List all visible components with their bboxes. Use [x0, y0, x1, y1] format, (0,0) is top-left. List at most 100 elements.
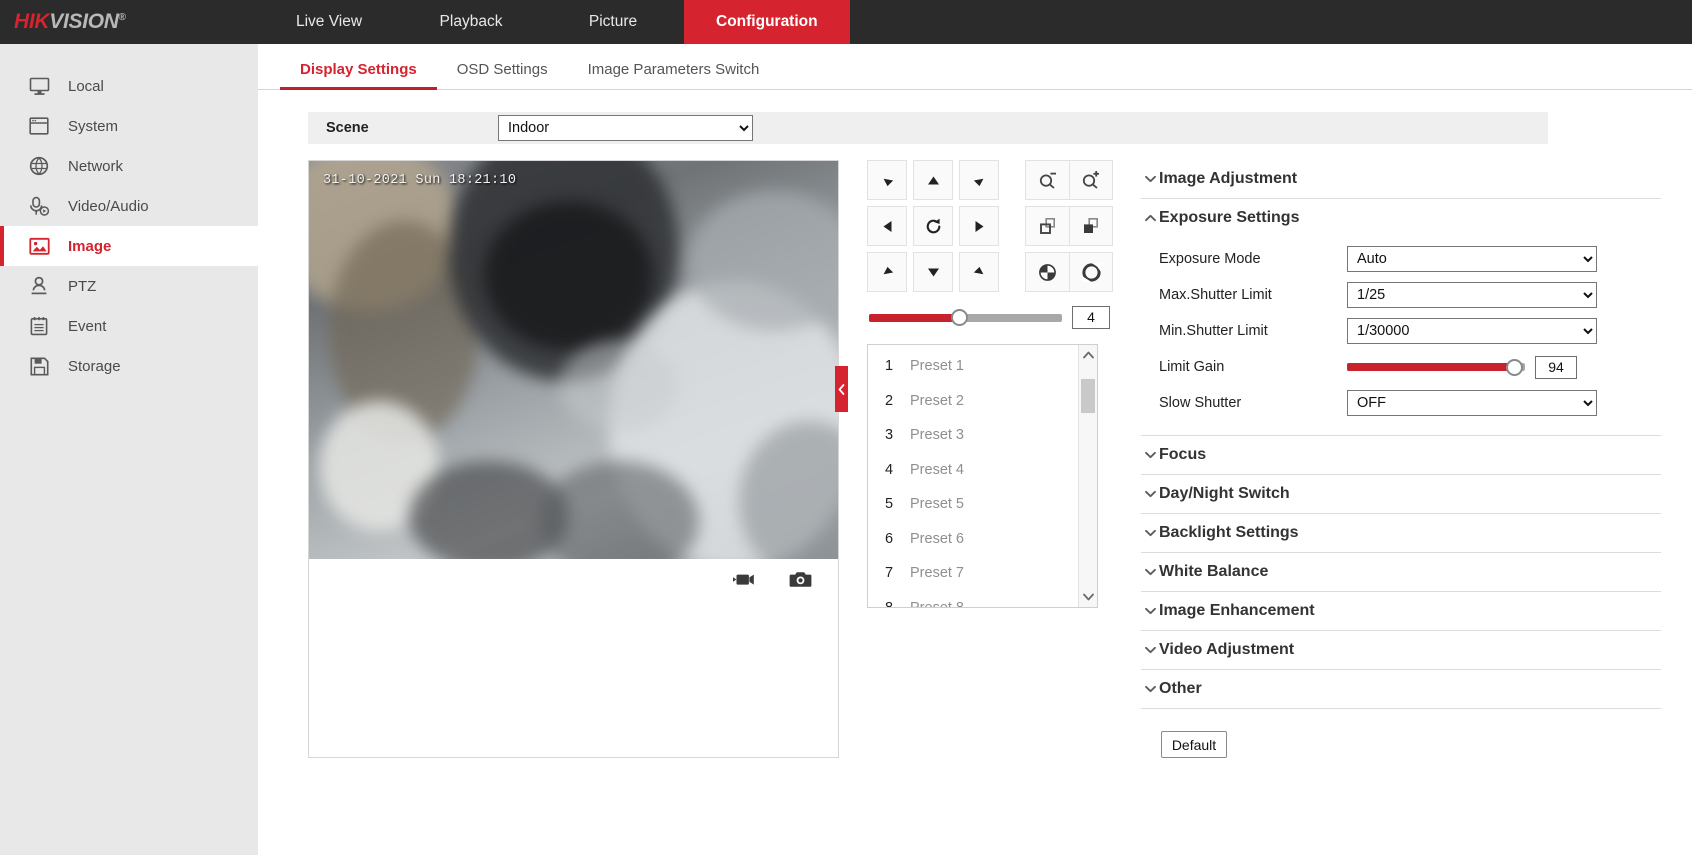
sidebar-label-local: Local — [68, 77, 104, 95]
scrollbar-thumb[interactable] — [1081, 379, 1095, 413]
preset-number: 5 — [884, 496, 894, 513]
exposure-mode-select[interactable]: Auto — [1347, 246, 1597, 272]
list-item[interactable]: 6 Preset 6 — [868, 522, 1078, 557]
focus-far-icon[interactable] — [1069, 206, 1113, 246]
list-item[interactable]: 3 Preset 3 — [868, 418, 1078, 453]
arrow-left-icon[interactable] — [867, 206, 907, 246]
section-other: Other — [1141, 670, 1661, 709]
floppy-disk-icon — [26, 355, 52, 377]
min-shutter-limit-select[interactable]: 1/30000 — [1347, 318, 1597, 344]
chevron-up-icon — [1143, 214, 1157, 222]
focus-near-icon[interactable] — [1025, 206, 1069, 246]
sidebar-item-storage[interactable]: Storage — [0, 346, 258, 386]
arrow-up-right-icon[interactable] — [959, 160, 999, 200]
max-shutter-limit-select[interactable]: 1/25 — [1347, 282, 1597, 308]
sidebar-nav: Local System Network Video/Audio Image P… — [0, 44, 258, 855]
section-header-video-adjustment[interactable]: Video Adjustment — [1141, 631, 1661, 669]
chevron-down-icon — [1143, 685, 1157, 693]
tab-display-settings[interactable]: Display Settings — [280, 61, 437, 90]
preset-number: 3 — [884, 427, 894, 444]
tab-osd-settings[interactable]: OSD Settings — [437, 61, 568, 89]
video-camera-icon[interactable] — [732, 571, 755, 588]
chevron-left-icon[interactable] — [835, 366, 848, 412]
arrow-right-icon[interactable] — [959, 206, 999, 246]
iris-open-icon[interactable] — [1069, 252, 1113, 292]
zoom-out-icon[interactable] — [1025, 160, 1069, 200]
section-header-white-balance[interactable]: White Balance — [1141, 553, 1661, 591]
preset-number: 1 — [884, 358, 894, 375]
sidebar-label-image: Image — [68, 237, 112, 255]
nav-tab-configuration[interactable]: Configuration — [684, 0, 850, 44]
limit-gain-slider[interactable] — [1347, 358, 1525, 376]
arrow-down-left-icon[interactable] — [867, 252, 907, 292]
tab-image-parameters-switch[interactable]: Image Parameters Switch — [568, 61, 780, 89]
section-title: Image Enhancement — [1159, 602, 1315, 619]
limit-gain-value[interactable]: 94 — [1535, 355, 1577, 379]
image-settings-panel: Image Adjustment Exposure Settings Expos… — [1141, 160, 1661, 758]
preset-scrollbar[interactable] — [1078, 345, 1097, 607]
default-button[interactable]: Default — [1161, 731, 1227, 758]
chevron-down-icon — [1143, 490, 1157, 498]
section-title: Other — [1159, 680, 1202, 697]
sidebar-item-system[interactable]: System — [0, 106, 258, 146]
list-item[interactable]: 2 Preset 2 — [868, 384, 1078, 419]
sidebar-label-video-audio: Video/Audio — [68, 197, 149, 215]
section-header-focus[interactable]: Focus — [1141, 436, 1661, 474]
main-nav-tabs: Live View Playback Picture Configuration — [258, 0, 850, 44]
camera-icon[interactable] — [789, 570, 812, 588]
section-header-exposure-settings[interactable]: Exposure Settings — [1141, 199, 1661, 237]
list-item[interactable]: 5 Preset 5 — [868, 487, 1078, 522]
sidebar-item-event[interactable]: Event — [0, 306, 258, 346]
arrow-down-right-icon[interactable] — [959, 252, 999, 292]
scrollbar-track[interactable] — [1079, 365, 1097, 587]
section-header-day-night-switch[interactable]: Day/Night Switch — [1141, 475, 1661, 513]
zoom-in-icon[interactable] — [1069, 160, 1113, 200]
iris-close-icon[interactable] — [1025, 252, 1069, 292]
label-slow-shutter: Slow Shutter — [1159, 395, 1242, 411]
sidebar-item-ptz[interactable]: PTZ — [0, 266, 258, 306]
section-header-backlight-settings[interactable]: Backlight Settings — [1141, 514, 1661, 552]
field-min-shutter-limit: Min.Shutter Limit 1/30000 — [1141, 313, 1661, 349]
refresh-icon[interactable] — [913, 206, 953, 246]
slow-shutter-select[interactable]: OFF — [1347, 390, 1597, 416]
sidebar-item-local[interactable]: Local — [0, 66, 258, 106]
arrow-up-left-icon[interactable] — [867, 160, 907, 200]
scene-bar: Scene Indoor — [308, 112, 1548, 144]
ptz-speed-value[interactable]: 4 — [1072, 306, 1110, 329]
section-header-image-adjustment[interactable]: Image Adjustment — [1141, 160, 1661, 198]
scene-select[interactable]: Indoor — [498, 115, 753, 141]
section-title: Focus — [1159, 446, 1207, 463]
sidebar-item-network[interactable]: Network — [0, 146, 258, 186]
sidebar-label-ptz: PTZ — [68, 277, 97, 295]
person-icon — [26, 275, 52, 297]
list-item[interactable]: 1 Preset 1 — [868, 349, 1078, 384]
globe-icon — [26, 155, 52, 177]
nav-tab-picture[interactable]: Picture — [542, 0, 684, 44]
chevron-down-icon[interactable] — [1082, 587, 1094, 607]
label-min-shutter-limit: Min.Shutter Limit — [1159, 323, 1268, 339]
chevron-down-icon — [1143, 568, 1157, 576]
sidebar-item-image[interactable]: Image — [0, 226, 258, 266]
chevron-down-icon — [1143, 175, 1157, 183]
field-slow-shutter: Slow Shutter OFF — [1141, 385, 1661, 421]
nav-tab-live-view[interactable]: Live View — [258, 0, 400, 44]
list-item[interactable]: 4 Preset 4 — [868, 453, 1078, 488]
list-item[interactable]: 7 Preset 7 — [868, 556, 1078, 591]
section-title: Video Adjustment — [1159, 641, 1295, 658]
list-item[interactable]: 8 Preset 8 — [868, 591, 1078, 608]
section-header-image-enhancement[interactable]: Image Enhancement — [1141, 592, 1661, 630]
live-video-feed[interactable]: 31-10-2021 Sun 18:21:10 — [309, 161, 838, 559]
sub-tab-bar: Display Settings OSD Settings Image Para… — [258, 44, 1692, 90]
sidebar-item-video-audio[interactable]: Video/Audio — [0, 186, 258, 226]
arrow-down-icon[interactable] — [913, 252, 953, 292]
label-limit-gain: Limit Gain — [1159, 359, 1225, 375]
section-header-other[interactable]: Other — [1141, 670, 1661, 708]
preset-name: Preset 5 — [910, 496, 964, 513]
chevron-up-icon[interactable] — [1082, 345, 1094, 365]
ptz-speed-slider[interactable] — [869, 309, 1062, 326]
nav-tab-playback[interactable]: Playback — [400, 0, 542, 44]
arrow-up-icon[interactable] — [913, 160, 953, 200]
preset-name: Preset 8 — [910, 599, 964, 608]
preset-number: 7 — [884, 565, 894, 582]
video-player: 31-10-2021 Sun 18:21:10 — [308, 160, 839, 758]
